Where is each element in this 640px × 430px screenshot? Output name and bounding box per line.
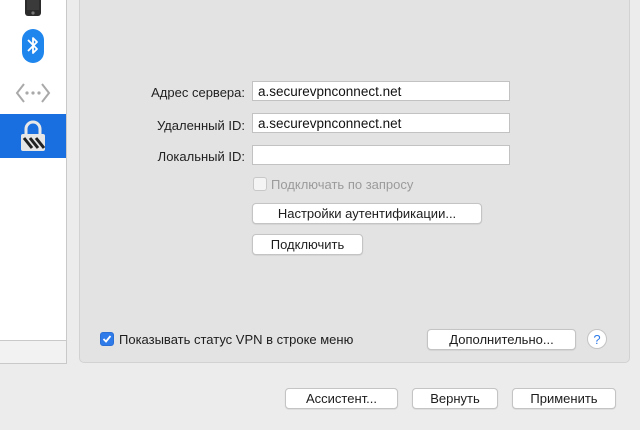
server-address-field[interactable]: a.securevpnconnect.net: [252, 81, 510, 101]
service-item-bluetooth[interactable]: [0, 27, 66, 65]
service-item-network[interactable]: [0, 78, 66, 108]
service-item-phone[interactable]: [0, 0, 66, 20]
phone-icon: [25, 0, 41, 16]
apply-button[interactable]: Применить: [512, 388, 616, 409]
connect-button[interactable]: Подключить: [252, 234, 363, 255]
show-vpn-status-checkbox[interactable]: [100, 332, 114, 346]
remote-id-field[interactable]: a.securevpnconnect.net: [252, 113, 510, 133]
service-list-controls: [0, 341, 67, 364]
remote-id-label: Удаленный ID:: [156, 118, 245, 133]
local-id-field[interactable]: [252, 145, 510, 165]
network-dots-icon: [15, 83, 51, 103]
checkmark-icon: [102, 335, 112, 343]
auth-settings-button[interactable]: Настройки аутентификации...: [252, 203, 482, 224]
assistant-button[interactable]: Ассистент...: [285, 388, 398, 409]
connect-on-demand-checkbox[interactable]: [253, 177, 267, 191]
advanced-button[interactable]: Дополнительно...: [427, 329, 576, 350]
vpn-lock-icon: [21, 120, 46, 151]
bluetooth-icon: [22, 29, 44, 63]
service-item-vpn[interactable]: [0, 114, 66, 158]
show-vpn-status-label: Показывать статус VPN в строке меню: [119, 332, 354, 347]
help-button[interactable]: ?: [587, 329, 607, 349]
local-id-label: Локальный ID:: [157, 149, 245, 164]
vpn-settings-panel: Адрес сервера: a.securevpnconnect.net Уд…: [79, 0, 630, 363]
help-icon: ?: [593, 331, 601, 347]
server-address-label: Адрес сервера:: [151, 85, 245, 100]
service-list[interactable]: [0, 0, 67, 341]
connect-on-demand-label: Подключать по запросу: [271, 177, 414, 192]
revert-button[interactable]: Вернуть: [412, 388, 498, 409]
